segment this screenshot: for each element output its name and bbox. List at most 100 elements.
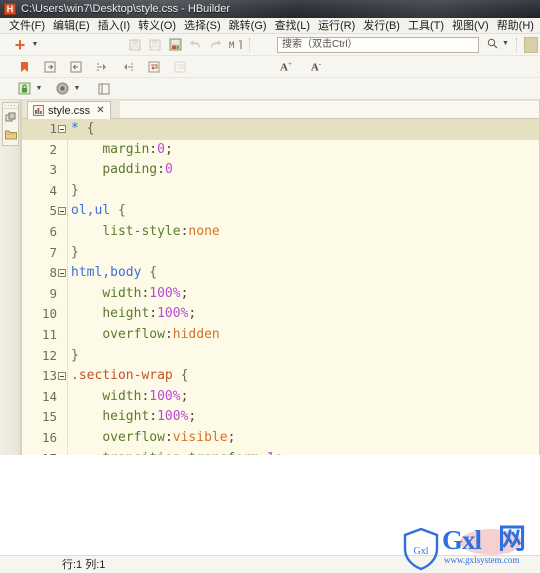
hbuilder-window: H C:\Users\win7\Desktop\style.css - HBui… bbox=[0, 0, 540, 573]
font-decrease-icon[interactable]: A- bbox=[307, 58, 325, 76]
line-number: 2 bbox=[49, 141, 57, 157]
format-code-icon[interactable]: M bbox=[226, 36, 244, 54]
lock-icon[interactable] bbox=[15, 80, 33, 98]
code-line[interactable]: 9 width:100%; bbox=[21, 284, 540, 305]
line-number: 1 bbox=[49, 121, 57, 136]
code-token: ; bbox=[180, 388, 189, 404]
code-token: height bbox=[102, 306, 150, 322]
search-input[interactable]: 搜索（双击Ctrl） bbox=[277, 37, 479, 53]
code-token: width bbox=[102, 388, 142, 404]
menu-tools[interactable]: 工具(T) bbox=[404, 18, 448, 34]
code-token: 100% bbox=[149, 285, 181, 301]
code-line[interactable]: 2 margin:0; bbox=[21, 140, 540, 161]
code-text: margin:0; bbox=[71, 140, 172, 161]
code-text: ol,ul { bbox=[71, 201, 126, 222]
menu-find[interactable]: 查找(L) bbox=[271, 18, 314, 34]
font-decrease-sign: - bbox=[318, 60, 322, 69]
svg-text:Gxl: Gxl bbox=[414, 546, 429, 557]
preview-dropdown-caret-icon[interactable]: ▼ bbox=[72, 80, 82, 98]
save-all-icon[interactable] bbox=[146, 36, 164, 54]
menu-edit[interactable]: 编辑(E) bbox=[49, 18, 94, 34]
menu-run[interactable]: 运行(R) bbox=[314, 18, 359, 34]
window-title: C:\Users\win7\Desktop\style.css - HBuild… bbox=[21, 3, 231, 15]
line-number: 9 bbox=[49, 285, 57, 301]
restore-panel-icon[interactable] bbox=[3, 109, 18, 126]
code-line[interactable]: 8 html,body { bbox=[21, 263, 540, 284]
code-line[interactable]: 10 height:100%; bbox=[21, 304, 540, 325]
perspective-button[interactable] bbox=[524, 37, 538, 53]
indent-left-icon[interactable] bbox=[67, 58, 85, 76]
code-token: 0 bbox=[164, 162, 173, 178]
search-dropdown-caret-icon[interactable]: ▼ bbox=[502, 40, 509, 47]
project-folder-icon[interactable] bbox=[3, 126, 18, 143]
code-line[interactable]: 15 height:100%; bbox=[21, 407, 540, 428]
code-token: ; bbox=[180, 285, 189, 301]
toolbar-row-edit: A+ A- bbox=[0, 56, 540, 78]
cursor-position-status: 行:1 列:1 bbox=[62, 559, 106, 571]
redo-icon[interactable] bbox=[206, 36, 224, 54]
block-comment-icon[interactable] bbox=[171, 58, 189, 76]
undo-icon[interactable] bbox=[186, 36, 204, 54]
app-icon: H bbox=[4, 3, 16, 15]
panel-toggle-icon[interactable] bbox=[95, 80, 113, 98]
menu-select[interactable]: 选择(S) bbox=[180, 18, 225, 34]
word-wrap-icon[interactable] bbox=[145, 58, 163, 76]
code-line[interactable]: 7} bbox=[21, 243, 540, 264]
fold-toggle-icon[interactable] bbox=[58, 372, 66, 381]
menu-view[interactable]: 视图(V) bbox=[448, 18, 493, 34]
fold-toggle-icon[interactable] bbox=[58, 125, 66, 133]
lock-dropdown-caret-icon[interactable]: ▼ bbox=[34, 80, 44, 98]
code-line[interactable]: 12} bbox=[21, 346, 540, 367]
code-line[interactable]: 11 overflow:hidden bbox=[21, 325, 540, 346]
code-token: : bbox=[149, 306, 158, 322]
menu-goto[interactable]: 跳转(G) bbox=[225, 18, 271, 34]
code-token: html,body bbox=[71, 265, 142, 281]
menu-help[interactable]: 帮助(H) bbox=[493, 18, 538, 34]
line-number: 11 bbox=[41, 326, 57, 342]
line-number: 13 bbox=[41, 368, 57, 384]
tab-style-css[interactable]: style.css ✕ bbox=[27, 101, 111, 119]
font-increase-icon[interactable]: A+ bbox=[277, 58, 295, 76]
line-number: 8 bbox=[49, 265, 57, 281]
new-file-button[interactable]: + bbox=[11, 36, 29, 54]
code-line[interactable]: 13 .section-wrap { bbox=[21, 366, 540, 387]
indent-right-icon[interactable] bbox=[41, 58, 59, 76]
code-line[interactable]: 5 ol,ul { bbox=[21, 201, 540, 222]
save-icon[interactable] bbox=[126, 36, 144, 54]
code-line[interactable]: 6 list-style:none bbox=[21, 222, 540, 243]
comment-line-icon[interactable] bbox=[93, 58, 111, 76]
code-line[interactable]: 4} bbox=[21, 181, 540, 202]
code-line[interactable]: 14 width:100%; bbox=[21, 387, 540, 408]
fold-toggle-icon[interactable] bbox=[58, 207, 66, 216]
fold-toggle-icon[interactable] bbox=[58, 269, 66, 278]
code-token: { bbox=[180, 368, 189, 384]
uncomment-line-icon[interactable] bbox=[119, 58, 137, 76]
search-placeholder: 搜索（双击Ctrl） bbox=[282, 39, 358, 50]
line-number: 12 bbox=[41, 347, 57, 363]
code-line[interactable]: 16 overflow:visible; bbox=[21, 428, 540, 449]
tab-close-icon[interactable]: ✕ bbox=[96, 105, 104, 116]
menu-insert[interactable]: 插入(I) bbox=[94, 18, 134, 34]
code-text: } bbox=[71, 243, 79, 264]
title-bar: H C:\Users\win7\Desktop\style.css - HBui… bbox=[0, 0, 540, 18]
line-number: 16 bbox=[41, 429, 57, 445]
menu-escape[interactable]: 转义(O) bbox=[134, 18, 180, 34]
menu-publish[interactable]: 发行(B) bbox=[359, 18, 404, 34]
new-dropdown-caret-icon[interactable]: ▼ bbox=[30, 36, 40, 54]
code-token: ol,ul bbox=[71, 203, 111, 219]
save-as-icon[interactable] bbox=[166, 36, 184, 54]
code-line[interactable]: 1 * { bbox=[21, 119, 540, 140]
menu-file[interactable]: 文件(F) bbox=[5, 18, 49, 34]
code-token: height bbox=[102, 409, 150, 425]
search-icon[interactable] bbox=[487, 38, 498, 52]
preview-icon[interactable] bbox=[53, 80, 71, 98]
code-token: : bbox=[149, 141, 158, 157]
code-line[interactable]: 3 padding:0 bbox=[21, 160, 540, 181]
bookmark-icon[interactable] bbox=[15, 58, 33, 76]
